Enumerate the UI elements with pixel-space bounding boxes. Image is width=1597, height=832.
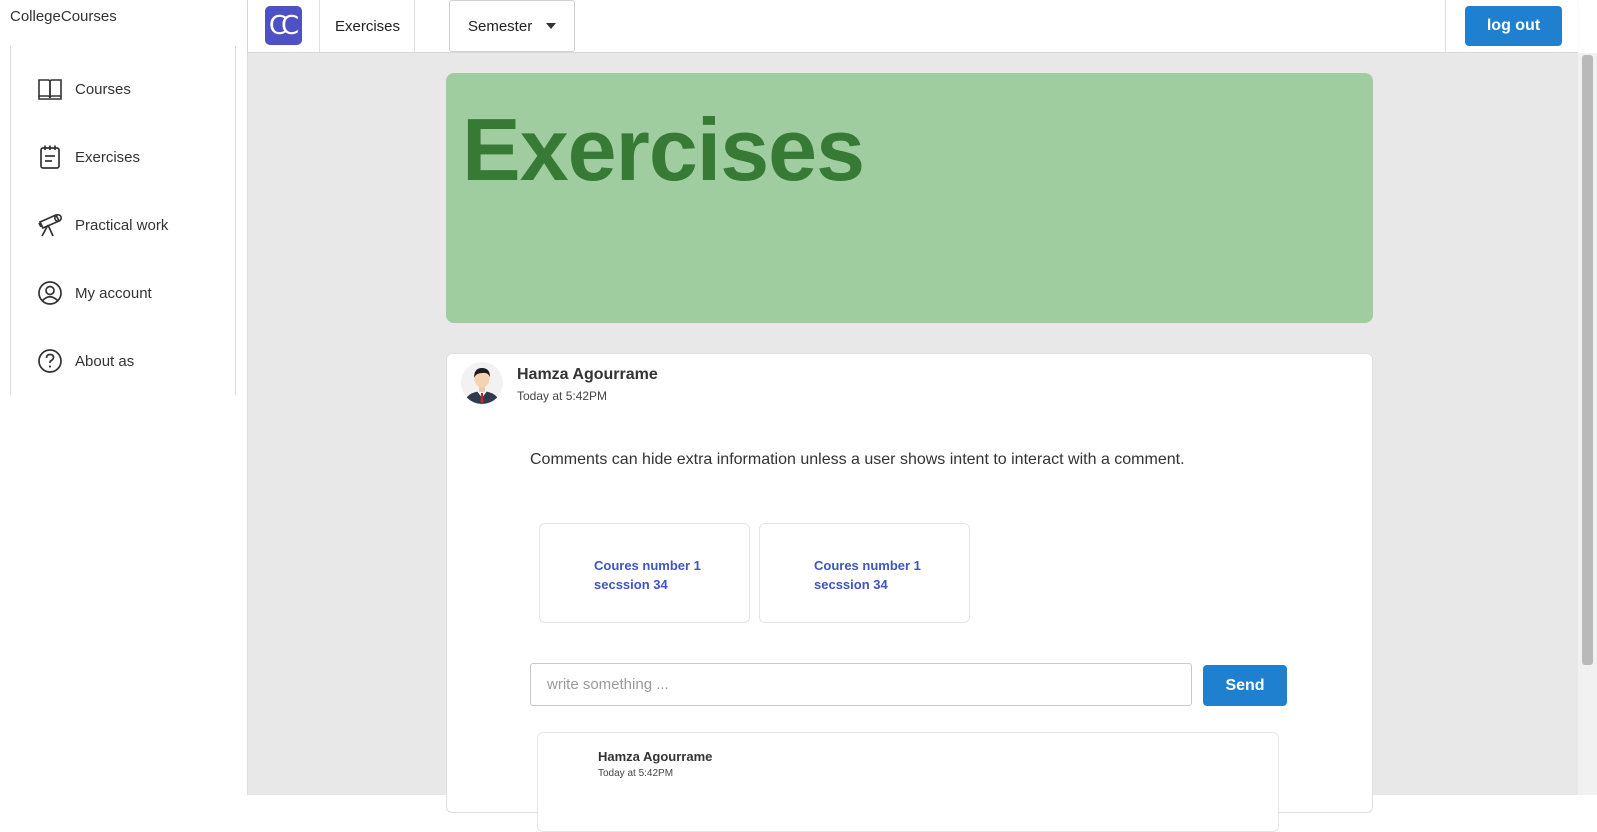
- course-card[interactable]: Coures number 1 secssion 34: [759, 523, 970, 623]
- sidebar-item-my-account[interactable]: My account: [37, 278, 152, 308]
- page-banner: Exercises: [446, 73, 1373, 323]
- send-button[interactable]: Send: [1203, 665, 1287, 706]
- reply-author[interactable]: Hamza Agourrame: [598, 749, 712, 764]
- page-title: Exercises: [462, 100, 865, 199]
- sidebar-item-label: My account: [75, 284, 152, 302]
- divider: [1445, 0, 1446, 52]
- semester-dropdown[interactable]: Semester: [449, 0, 575, 52]
- sidebar-item-courses[interactable]: Courses: [37, 74, 131, 104]
- sidebar: CollegeCourses Courses Exercises Practic…: [0, 0, 248, 795]
- brand-name[interactable]: CollegeCourses: [10, 8, 117, 25]
- notepad-icon: [37, 144, 63, 170]
- sidebar-item-label: About as: [75, 352, 135, 370]
- caret-down-icon: [546, 23, 557, 29]
- user-circle-icon: [37, 280, 63, 306]
- main-content: Exercises Hamza Agourrame Today at 5:42P…: [248, 53, 1578, 832]
- sidebar-item-exercises[interactable]: Exercises: [37, 142, 140, 172]
- scrollbar[interactable]: [1578, 53, 1597, 795]
- course-session: secssion 34: [814, 577, 888, 592]
- sidebar-menu: Courses Exercises Practical work My acco…: [10, 46, 236, 395]
- course-name: Coures number 1: [814, 558, 921, 573]
- course-card-title: Coures number 1 secssion 34: [814, 556, 944, 594]
- open-book-icon: [37, 76, 63, 102]
- sidebar-item-label: Practical work: [75, 216, 169, 234]
- course-name: Coures number 1: [594, 558, 701, 573]
- course-card-title: Coures number 1 secssion 34: [594, 556, 724, 594]
- divider: [414, 0, 415, 52]
- telescope-icon: [37, 212, 63, 238]
- app-logo[interactable]: CC: [265, 6, 302, 45]
- post-author[interactable]: Hamza Agourrame: [517, 366, 658, 384]
- course-session: secssion 34: [594, 577, 668, 592]
- logout-button[interactable]: log out: [1465, 6, 1562, 46]
- top-navbar: CC Exercises Semester log out: [248, 0, 1578, 53]
- scrollbar-thumb[interactable]: [1582, 55, 1593, 665]
- sidebar-item-about[interactable]: About as: [37, 346, 134, 376]
- sidebar-item-label: Exercises: [75, 148, 141, 166]
- semester-label: Semester: [468, 17, 533, 35]
- logo-text: CC: [268, 10, 299, 41]
- post-card: Hamza Agourrame Today at 5:42PM Comments…: [446, 353, 1373, 832]
- post-timestamp: Today at 5:42PM: [517, 389, 608, 403]
- post-text: Comments can hide extra information unle…: [530, 451, 1185, 468]
- question-circle-icon: [37, 348, 63, 374]
- nav-link-exercises[interactable]: Exercises: [320, 0, 415, 52]
- sidebar-item-label: Courses: [75, 80, 131, 98]
- course-card[interactable]: Coures number 1 secssion 34: [539, 523, 750, 623]
- comment-reply: Hamza Agourrame Today at 5:42PM: [537, 732, 1279, 832]
- reply-timestamp: Today at 5:42PM: [598, 768, 674, 779]
- sidebar-item-practical-work[interactable]: Practical work: [37, 210, 168, 240]
- avatar[interactable]: [461, 362, 503, 404]
- comment-input[interactable]: [530, 663, 1192, 706]
